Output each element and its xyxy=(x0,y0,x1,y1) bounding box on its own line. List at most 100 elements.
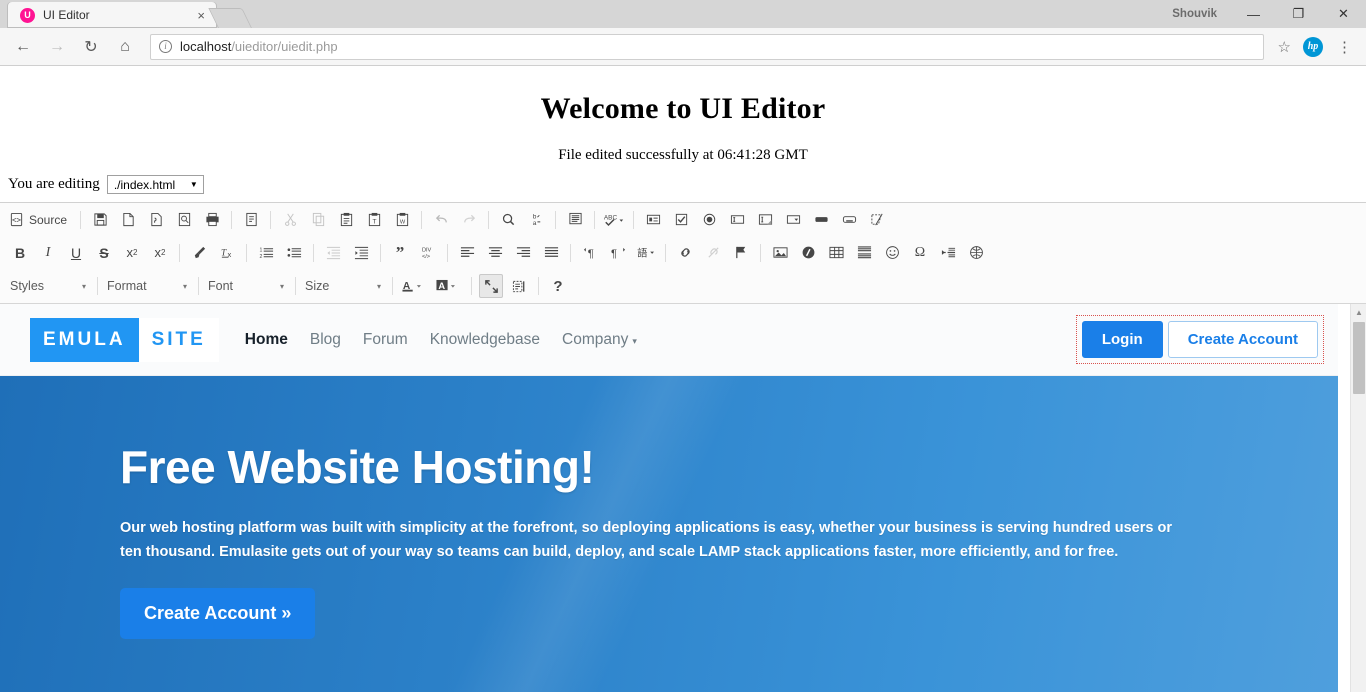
bulleted-list-icon[interactable] xyxy=(282,241,306,265)
site-nav-item-forum[interactable]: Forum xyxy=(363,331,408,349)
horizontal-rule-icon[interactable] xyxy=(852,241,876,265)
image-button-icon[interactable] xyxy=(837,208,861,232)
underline-icon[interactable]: U xyxy=(64,241,88,265)
copy-icon[interactable] xyxy=(306,208,330,232)
redo-icon[interactable] xyxy=(457,208,481,232)
button-icon[interactable] xyxy=(809,208,833,232)
back-icon[interactable]: ← xyxy=(9,33,37,61)
paste-from-word-icon[interactable]: W xyxy=(390,208,414,232)
textarea-icon[interactable] xyxy=(753,208,777,232)
site-nav-item-blog[interactable]: Blog xyxy=(310,331,341,349)
align-left-icon[interactable] xyxy=(455,241,479,265)
paste-icon[interactable] xyxy=(334,208,358,232)
size-dropdown[interactable]: Size ▾ xyxy=(301,274,385,298)
language-icon[interactable]: 語 xyxy=(634,241,658,265)
show-blocks-icon[interactable] xyxy=(507,274,531,298)
bookmark-star-icon[interactable]: ☆ xyxy=(1272,38,1297,56)
scroll-up-icon[interactable]: ▲ xyxy=(1351,304,1366,320)
anchor-icon[interactable] xyxy=(729,241,753,265)
spell-check-icon[interactable]: ABC xyxy=(602,208,626,232)
svg-text:x: x xyxy=(227,250,231,259)
link-icon[interactable] xyxy=(673,241,697,265)
radio-button-icon[interactable] xyxy=(697,208,721,232)
ckeditor-canvas[interactable]: EMULA SITE Home Blog Forum Knowledgebase… xyxy=(0,303,1366,692)
save-icon[interactable] xyxy=(88,208,112,232)
justify-icon[interactable] xyxy=(539,241,563,265)
form-icon[interactable] xyxy=(641,208,665,232)
help-icon[interactable]: ? xyxy=(546,274,570,298)
site-info-icon[interactable]: i xyxy=(159,40,172,53)
paste-as-plain-text-icon[interactable]: T xyxy=(362,208,386,232)
close-window-button[interactable]: ✕ xyxy=(1321,0,1366,28)
new-page-icon[interactable] xyxy=(116,208,140,232)
selection-field-icon[interactable] xyxy=(781,208,805,232)
text-field-icon[interactable] xyxy=(725,208,749,232)
cut-icon[interactable] xyxy=(278,208,302,232)
page-break-icon[interactable] xyxy=(936,241,960,265)
text-direction-rtl-icon[interactable]: ¶ xyxy=(606,241,630,265)
hero-section: Free Website Hosting! Our web hosting pl… xyxy=(0,376,1338,692)
font-dropdown[interactable]: Font ▾ xyxy=(204,274,288,298)
copy-formatting-icon[interactable] xyxy=(187,241,211,265)
bold-icon[interactable]: B xyxy=(8,241,32,265)
increase-indent-icon[interactable] xyxy=(349,241,373,265)
document-properties-icon[interactable] xyxy=(239,208,263,232)
find-icon[interactable] xyxy=(496,208,520,232)
address-bar[interactable]: i localhost/uieditor/uiedit.php xyxy=(150,33,1264,60)
subscript-icon[interactable]: x2 xyxy=(120,241,144,265)
site-nav-item-company[interactable]: Company ▾ xyxy=(562,331,637,349)
create-account-button[interactable]: Create Account xyxy=(1167,321,1318,358)
status-message: File edited successfully at 06:41:28 GMT xyxy=(558,147,808,163)
home-icon[interactable]: ⌂ xyxy=(111,33,139,61)
remove-format-icon[interactable]: Tx xyxy=(215,241,239,265)
text-color-icon[interactable]: A xyxy=(400,274,430,298)
replace-icon[interactable]: ba xyxy=(524,208,548,232)
align-right-icon[interactable] xyxy=(511,241,535,265)
format-dropdown[interactable]: Format ▾ xyxy=(103,274,191,298)
image-icon[interactable] xyxy=(768,241,792,265)
text-direction-ltr-icon[interactable]: ¶ xyxy=(578,241,602,265)
iframe-icon[interactable] xyxy=(964,241,988,265)
login-button[interactable]: Login xyxy=(1081,321,1163,358)
site-logo[interactable]: EMULA SITE xyxy=(30,317,219,362)
maximize-icon[interactable] xyxy=(479,274,503,298)
browser-tab[interactable]: U UI Editor × xyxy=(8,2,216,28)
forward-icon[interactable]: → xyxy=(43,33,71,61)
close-tab-icon[interactable]: × xyxy=(192,9,210,22)
strikethrough-icon[interactable]: S xyxy=(92,241,116,265)
print-icon[interactable] xyxy=(200,208,224,232)
numbered-list-icon[interactable]: 12 xyxy=(254,241,278,265)
hero-create-account-button[interactable]: Create Account » xyxy=(120,587,316,639)
site-nav-item-knowledgebase[interactable]: Knowledgebase xyxy=(430,331,540,349)
scrollbar-thumb[interactable] xyxy=(1353,322,1365,394)
ckeditor-toolbar: <> Source T W b a ABC B I U S x 2 x 2 T … xyxy=(0,203,1366,351)
create-div-icon[interactable]: DIV </> xyxy=(416,241,440,265)
hidden-field-icon[interactable] xyxy=(865,208,889,232)
align-center-icon[interactable] xyxy=(483,241,507,265)
undo-icon[interactable] xyxy=(429,208,453,232)
templates-icon[interactable] xyxy=(144,208,168,232)
select-all-icon[interactable] xyxy=(563,208,587,232)
editor-scrollbar[interactable]: ▲ ▼ xyxy=(1350,304,1366,692)
special-character-icon[interactable]: Ω xyxy=(908,241,932,265)
reload-icon[interactable]: ↻ xyxy=(77,33,105,61)
profile-avatar[interactable]: hp xyxy=(1303,36,1323,57)
source-button[interactable]: <> Source xyxy=(6,208,73,232)
file-select[interactable]: ./index.html ▼ xyxy=(106,175,204,194)
table-icon[interactable] xyxy=(824,241,848,265)
styles-dropdown[interactable]: Styles ▾ xyxy=(6,274,90,298)
unlink-icon[interactable] xyxy=(701,241,725,265)
site-nav-item-home[interactable]: Home xyxy=(245,331,288,349)
maximize-button[interactable]: ❐ xyxy=(1276,0,1321,28)
superscript-icon[interactable]: x2 xyxy=(148,241,172,265)
blockquote-icon[interactable]: ” xyxy=(388,241,412,265)
minimize-button[interactable]: — xyxy=(1231,0,1276,28)
decrease-indent-icon[interactable] xyxy=(321,241,345,265)
browser-menu-icon[interactable]: ⋮ xyxy=(1329,38,1360,56)
checkbox-icon[interactable] xyxy=(669,208,693,232)
background-color-icon[interactable]: A xyxy=(434,274,464,298)
smiley-icon[interactable] xyxy=(880,241,904,265)
flash-icon[interactable] xyxy=(796,241,820,265)
italic-icon[interactable]: I xyxy=(36,241,60,265)
preview-icon[interactable] xyxy=(172,208,196,232)
